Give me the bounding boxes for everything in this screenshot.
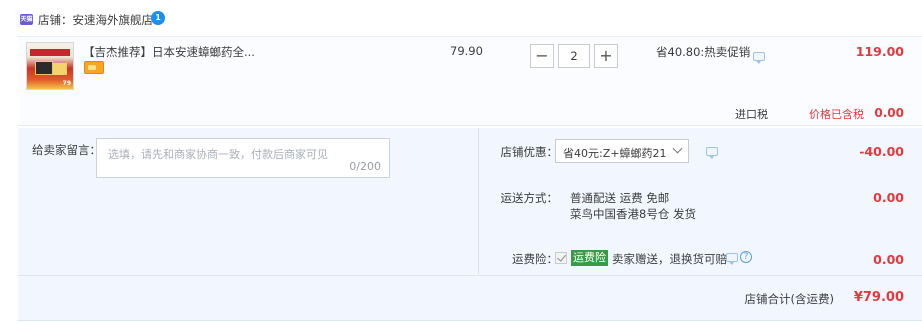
- quantity-increase-button[interactable]: +: [594, 44, 618, 68]
- quantity-input[interactable]: 2: [558, 44, 590, 68]
- coupon-chat-icon[interactable]: [706, 147, 718, 159]
- freight-insurance-value: 0.00: [873, 252, 904, 267]
- import-tax-label: 进口税: [735, 108, 768, 121]
- shop-header: 天猫 店铺：安速海外旗舰店 1: [0, 0, 922, 40]
- shop-coupon-selected: 省40元:Z+蟑螂药21: [563, 147, 667, 160]
- product-thumbnail[interactable]: 79: [26, 42, 74, 90]
- thumbnail-product-box-2: [53, 63, 67, 75]
- thumbnail-price: 79: [62, 80, 71, 87]
- chevron-down-icon: [672, 143, 683, 154]
- shop-name-link[interactable]: 店铺：安速海外旗舰店: [38, 12, 153, 28]
- product-title-link[interactable]: 【吉杰推荐】日本安速蟑螂药全...: [83, 44, 255, 60]
- shop-coupon-select[interactable]: 省40元:Z+蟑螂药21: [555, 139, 689, 163]
- thumbnail-banner: [30, 49, 70, 56]
- import-tax-row: 进口税 价格已含税 0.00: [18, 104, 904, 121]
- freight-insurance-tag: 运费险: [571, 250, 608, 266]
- item-total-price: 119.00: [855, 44, 904, 59]
- shop-coupon-value: -40.00: [859, 144, 904, 159]
- quantity-decrease-button[interactable]: −: [530, 44, 554, 68]
- cart-item-row: 79 【吉杰推荐】日本安速蟑螂药全... 79.90 − 2 + 省40.80:…: [18, 36, 922, 126]
- seller-message-label: 给卖家留言：: [32, 143, 101, 157]
- credit-card-icon: [84, 61, 104, 74]
- dispatch-text: 发货: [672, 207, 696, 221]
- shipping-method-label: 运送方式：: [500, 191, 559, 205]
- warehouse-name: 菜鸟中国香港8号仓: [570, 207, 670, 221]
- freight-insurance-label: 运费险：: [512, 252, 558, 266]
- shop-coupon-label: 店铺优惠：: [500, 145, 559, 159]
- shop-badge-icon[interactable]: 1: [151, 11, 165, 25]
- item-promotion: 省40.80:热卖促销: [656, 45, 751, 59]
- freight-insurance-description: 卖家赠送，退换货可赔: [612, 252, 727, 266]
- unit-price: 79.90: [450, 44, 483, 58]
- shipping-value: 0.00: [873, 190, 904, 205]
- shop-summary: 店铺合计(含运费) ¥79.00: [18, 290, 904, 308]
- promotion-chat-icon[interactable]: [753, 52, 765, 64]
- shipping-warehouse-text: 菜鸟中国香港8号仓 发货: [570, 206, 696, 222]
- order-options-panel: 给卖家留言： 选填，请先和商家协商一致，付款后商家可见 0/200 店铺优惠： …: [18, 128, 922, 321]
- tmall-shop-icon: 天猫: [20, 14, 33, 25]
- insurance-chat-icon[interactable]: [726, 253, 738, 265]
- seller-message-counter: 0/200: [349, 160, 381, 173]
- import-tax-value: 0.00: [874, 106, 904, 120]
- seller-message-placeholder: 选填，请先和商家协商一致，付款后商家可见: [108, 148, 328, 161]
- freight-insurance-checkbox[interactable]: [555, 252, 567, 264]
- shop-total-value: ¥79.00: [853, 290, 904, 305]
- shop-total-label: 店铺合计(含运费): [744, 292, 834, 306]
- shipping-method-text: 普通配送 运费 免邮: [570, 191, 670, 205]
- panel-divider: [478, 128, 479, 274]
- thumbnail-product-box: [35, 61, 53, 75]
- tax-included-status: 价格已含税: [809, 108, 864, 121]
- summary-divider: [18, 275, 922, 276]
- help-icon[interactable]: ?: [740, 251, 752, 263]
- seller-message-textarea[interactable]: 选填，请先和商家协商一致，付款后商家可见 0/200: [96, 138, 390, 178]
